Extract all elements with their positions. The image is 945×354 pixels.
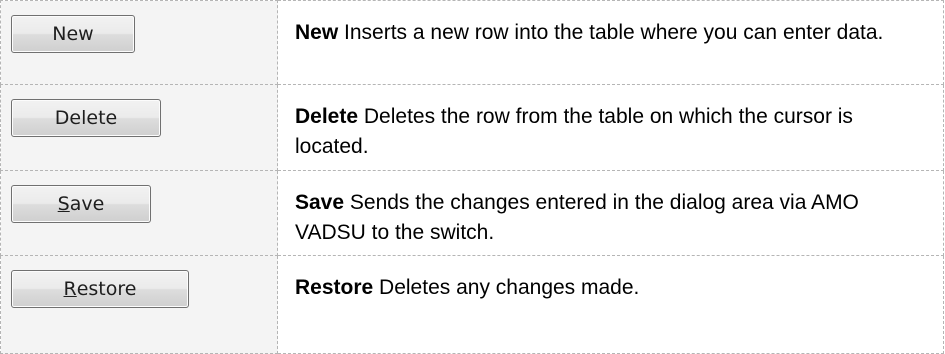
save-button[interactable]: Save (11, 185, 151, 223)
delete-button[interactable]: Delete (11, 99, 161, 137)
button-image-cell: Delete (0, 84, 278, 171)
description-cell: Restore Deletes any changes made. (277, 255, 944, 354)
button-image-cell: New (0, 0, 278, 85)
term-description: Sends the changes entered in the dialog … (295, 191, 859, 244)
description-cell: Delete Deletes the row from the table on… (277, 84, 944, 171)
button-image-cell: Restore (0, 255, 278, 354)
restore-button[interactable]: Restore (11, 270, 189, 308)
term-title: Save (295, 191, 345, 214)
description-cell: New Inserts a new row into the table whe… (277, 0, 944, 85)
term-description: Deletes the row from the table on which … (295, 105, 853, 158)
description-cell: Save Sends the changes entered in the di… (277, 170, 944, 256)
term-title: New (295, 21, 339, 44)
table-row: Save Save Sends the changes entered in t… (0, 170, 944, 256)
term-description: Inserts a new row into the table where y… (344, 21, 884, 44)
term-title: Restore (295, 276, 374, 299)
table-row: Delete Delete Deletes the row from the t… (0, 84, 944, 171)
new-button[interactable]: New (11, 15, 135, 53)
table-row: Restore Restore Deletes any changes made… (0, 255, 944, 354)
table-row: New New Inserts a new row into the table… (0, 0, 944, 85)
button-image-cell: Save (0, 170, 278, 256)
button-reference-table: New New Inserts a new row into the table… (0, 0, 944, 354)
term-title: Delete (295, 105, 359, 128)
term-description: Deletes any changes made. (379, 276, 640, 299)
